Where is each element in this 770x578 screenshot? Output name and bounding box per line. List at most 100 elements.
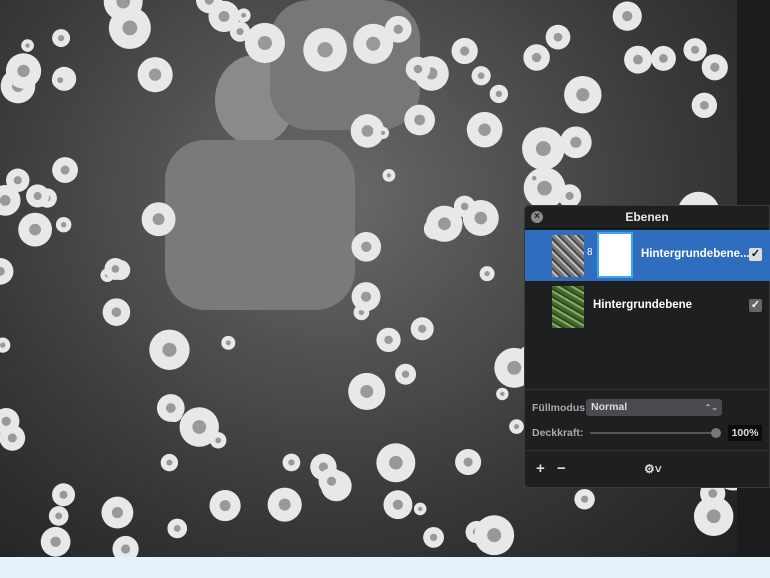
daisy — [48, 506, 69, 526]
daisy — [104, 258, 127, 280]
daisy — [348, 372, 386, 411]
daisy — [410, 317, 434, 341]
daisy — [141, 202, 176, 237]
daisy — [405, 56, 431, 82]
daisy — [471, 66, 491, 86]
daisy — [0, 337, 11, 353]
daisy — [137, 57, 173, 93]
layer-row[interactable]: Hintergrundebene ✓ — [525, 281, 770, 332]
daisy — [52, 29, 71, 48]
child-body — [165, 140, 355, 310]
daisy — [382, 169, 396, 182]
bottom-bar — [0, 557, 770, 578]
daisy — [384, 15, 412, 43]
daisy — [282, 453, 301, 472]
daisy — [509, 419, 524, 434]
opacity-value-field[interactable]: 100% — [728, 425, 762, 441]
opacity-label: Deckkraft: — [532, 427, 584, 439]
daisy — [376, 327, 401, 353]
daisy — [474, 515, 515, 556]
blend-mode-value: Normal — [591, 401, 628, 413]
daisy — [489, 84, 509, 104]
daisy — [523, 44, 550, 71]
daisy — [527, 171, 541, 185]
daisy — [221, 335, 236, 350]
daisy — [383, 490, 413, 520]
daisy — [351, 282, 381, 312]
daisy — [404, 104, 436, 136]
daisy — [522, 127, 565, 170]
daisy — [52, 483, 76, 507]
daisy — [267, 487, 302, 522]
daisy — [101, 496, 134, 529]
daisy — [244, 22, 285, 64]
daisy — [40, 526, 71, 557]
remove-layer-button[interactable]: − — [557, 460, 566, 477]
daisy — [496, 387, 509, 401]
daisy — [395, 363, 417, 385]
link-icon[interactable]: 8 — [587, 247, 593, 258]
daisy — [564, 75, 602, 114]
daisy — [229, 21, 251, 42]
daisy — [209, 489, 241, 522]
add-layer-button[interactable]: + — [536, 460, 545, 477]
gear-icon[interactable]: ⚙˅ — [644, 462, 662, 476]
panel-titlebar[interactable]: × Ebenen — [525, 206, 769, 229]
daisy — [318, 468, 345, 495]
layer-thumbnail — [552, 286, 584, 328]
daisy — [51, 71, 69, 89]
daisy — [451, 37, 478, 65]
divider — [525, 450, 770, 451]
daisy — [236, 8, 251, 23]
daisy — [376, 126, 390, 139]
daisy — [18, 212, 53, 247]
daisy — [413, 502, 427, 516]
daisy — [691, 92, 718, 119]
daisy — [303, 27, 347, 72]
close-icon[interactable]: × — [531, 211, 543, 223]
daisy — [376, 443, 416, 483]
layer-name: Hintergrundebene — [593, 299, 693, 311]
updown-chevron-icon: ⌃⌄ — [704, 403, 718, 412]
daisy — [102, 298, 131, 326]
layer-name: Hintergrundebene... — [641, 248, 750, 260]
panel-title: Ebenen — [625, 210, 669, 224]
blend-mode-select[interactable]: Normal ⌃⌄ — [586, 399, 722, 416]
daisy — [55, 216, 72, 233]
daisy — [559, 126, 592, 159]
daisy — [574, 488, 595, 510]
daisy — [455, 448, 482, 476]
daisy — [167, 518, 188, 539]
layer-thumbnail — [552, 235, 584, 277]
daisy — [612, 1, 642, 31]
daisy — [149, 329, 190, 370]
visibility-checkbox[interactable]: ✓ — [749, 248, 762, 261]
divider — [525, 389, 770, 390]
daisy — [650, 45, 676, 71]
opacity-slider-knob[interactable] — [711, 428, 721, 438]
daisy — [156, 394, 185, 422]
daisy — [0, 425, 26, 451]
daisy — [479, 266, 495, 282]
layer-row-selected[interactable]: 8 Hintergrundebene... ✓ — [525, 230, 770, 281]
layer-mask-thumbnail[interactable] — [597, 232, 633, 278]
daisy — [52, 157, 78, 183]
opacity-slider-track[interactable] — [590, 432, 716, 434]
daisy — [210, 432, 227, 449]
daisy — [26, 184, 50, 208]
daisy — [0, 258, 14, 285]
blend-mode-label: Füllmodus: — [532, 402, 589, 414]
daisy — [624, 45, 652, 74]
visibility-checkbox[interactable]: ✓ — [749, 299, 762, 312]
daisy — [683, 38, 707, 62]
daisy — [5, 53, 42, 89]
layers-panel: × Ebenen 8 Hintergrundebene... ✓ Hinterg… — [524, 205, 770, 488]
daisy — [423, 526, 444, 548]
daisy — [453, 195, 476, 218]
daisy — [160, 453, 179, 472]
daisy — [466, 111, 503, 148]
daisy — [545, 24, 571, 50]
daisy — [112, 535, 139, 557]
daisy — [351, 232, 382, 262]
daisy — [701, 54, 728, 81]
